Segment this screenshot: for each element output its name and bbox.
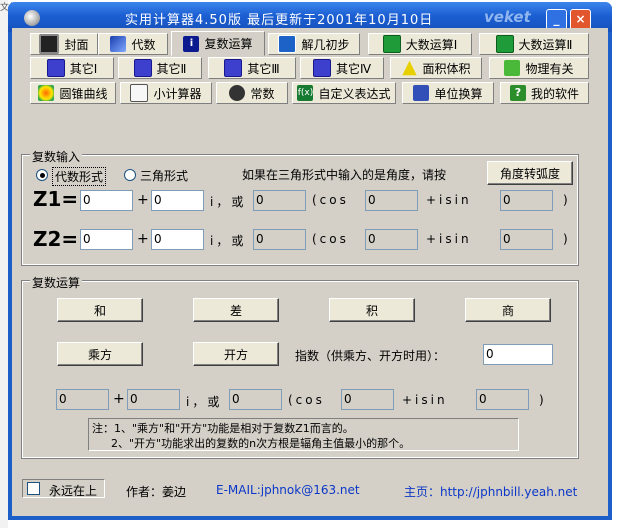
tab-analytic-geometry[interactable]: 解几初步 bbox=[268, 33, 360, 55]
complex-input-legend: 复数输入 bbox=[30, 148, 83, 165]
exponent-input[interactable]: 0 bbox=[483, 344, 553, 365]
brand-watermark: veket bbox=[484, 8, 531, 26]
result-imag-field[interactable]: 0 bbox=[127, 389, 180, 410]
other-icon bbox=[312, 59, 331, 77]
desktop-edge bbox=[0, 0, 8, 528]
my-software-icon: ? bbox=[509, 85, 526, 101]
tab-mini-calculator[interactable]: 小计算器 bbox=[120, 82, 212, 104]
algebra-icon bbox=[110, 36, 127, 52]
note-line-2: 2、"开方"功能求出的复数的n次方根是辐角主值最小的那个。 bbox=[111, 437, 411, 450]
tab-my-software[interactable]: ? 我的软件 bbox=[500, 82, 589, 104]
other-icon bbox=[224, 59, 243, 77]
complex-icon: i bbox=[183, 35, 200, 52]
cos-text: (cos bbox=[288, 393, 325, 407]
i-or-text: i，或 bbox=[210, 195, 247, 209]
big-number-icon bbox=[382, 35, 401, 53]
close-button[interactable]: × bbox=[570, 9, 591, 30]
big-number-icon bbox=[495, 35, 514, 53]
tab-algebra[interactable]: 代数 bbox=[98, 33, 168, 55]
unit-convert-icon bbox=[413, 85, 430, 101]
radio-algebraic-label[interactable]: 代数形式 bbox=[52, 167, 107, 186]
tab-unit-conversion[interactable]: 单位换算 bbox=[402, 82, 494, 104]
z1-modulus-field[interactable]: 0 bbox=[253, 190, 306, 211]
close-paren: ) bbox=[563, 232, 568, 246]
tab-constants[interactable]: 常数 bbox=[216, 82, 288, 104]
triangle-icon bbox=[402, 60, 417, 76]
author-text: 作者：姜边 bbox=[126, 485, 187, 499]
power-button[interactable]: 乘方 bbox=[57, 342, 143, 366]
other-icon bbox=[133, 59, 152, 77]
hint-text: 如果在三角形式中输入的是角度，请按 bbox=[242, 168, 447, 182]
z1-cos-angle-field[interactable]: 0 bbox=[365, 190, 418, 211]
close-paren: ) bbox=[563, 193, 568, 207]
exponent-label: 指数（供乘方、开方时用）： bbox=[295, 349, 446, 363]
conic-icon bbox=[38, 85, 55, 101]
isin-text: +isin bbox=[426, 232, 472, 246]
i-or-text: i，或 bbox=[210, 234, 247, 248]
cos-text: (cos bbox=[312, 232, 349, 246]
plus-sign: + bbox=[113, 391, 125, 407]
always-on-top-checkbox[interactable] bbox=[27, 482, 40, 495]
complex-ops-legend: 复数运算 bbox=[30, 274, 83, 291]
z2-imag-input[interactable]: 0 bbox=[151, 229, 204, 250]
deg-to-rad-button[interactable]: 角度转弧度 bbox=[487, 161, 573, 185]
physics-icon bbox=[504, 60, 521, 76]
z2-cos-angle-field[interactable]: 0 bbox=[365, 229, 418, 250]
homepage-link[interactable]: 主页：http://jphnbill.yeah.net bbox=[404, 483, 577, 500]
isin-text: +isin bbox=[402, 393, 448, 407]
app-icon bbox=[24, 10, 40, 26]
tab-big-number-2[interactable]: 大数运算Ⅱ bbox=[479, 33, 589, 55]
quotient-button[interactable]: 商 bbox=[465, 298, 551, 322]
result-modulus-field[interactable]: 0 bbox=[229, 389, 282, 410]
z1-sin-angle-field[interactable]: 0 bbox=[500, 190, 553, 211]
note-line-1: 注：1、"乘方"和"开方"功能是相对于复数Z1而言的。 bbox=[92, 422, 354, 435]
result-cos-angle-field[interactable]: 0 bbox=[341, 389, 394, 410]
hat-icon bbox=[39, 34, 60, 54]
tab-physics[interactable]: 物理有关 bbox=[489, 57, 589, 79]
z2-sin-angle-field[interactable]: 0 bbox=[500, 229, 553, 250]
result-real-field[interactable]: 0 bbox=[56, 389, 109, 410]
tab-area-volume[interactable]: 面积体积 bbox=[390, 57, 482, 79]
radio-algebraic[interactable] bbox=[36, 169, 48, 181]
constant-icon bbox=[229, 85, 246, 101]
i-or-text: i，或 bbox=[186, 395, 223, 409]
calculator-icon bbox=[130, 84, 149, 102]
email-link[interactable]: E-MAIL:jphnok@163.net bbox=[216, 483, 360, 497]
sum-button[interactable]: 和 bbox=[57, 298, 143, 322]
plus-sign: + bbox=[137, 231, 149, 247]
z1-real-input[interactable]: 0 bbox=[80, 190, 133, 211]
z1-imag-input[interactable]: 0 bbox=[151, 190, 204, 211]
tab-cover[interactable]: 封面 bbox=[30, 33, 98, 55]
plus-sign: + bbox=[137, 192, 149, 208]
fx-icon: f(x) bbox=[297, 85, 314, 101]
minimize-button[interactable]: _ bbox=[546, 9, 567, 30]
always-on-top-label[interactable]: 永远在上 bbox=[49, 482, 97, 499]
other-icon bbox=[46, 59, 65, 77]
result-sin-angle-field[interactable]: 0 bbox=[476, 389, 529, 410]
product-button[interactable]: 积 bbox=[329, 298, 415, 322]
root-button[interactable]: 开方 bbox=[193, 342, 279, 366]
analytic-geometry-icon bbox=[278, 35, 297, 53]
z2-label: Z2= bbox=[33, 227, 79, 251]
z2-modulus-field[interactable]: 0 bbox=[253, 229, 306, 250]
radio-trig[interactable] bbox=[124, 169, 136, 181]
tab-complex[interactable]: i 复数运算 bbox=[171, 31, 265, 56]
tab-big-number-1[interactable]: 大数运算Ⅰ bbox=[368, 33, 472, 55]
tab-conic[interactable]: 圆锥曲线 bbox=[30, 82, 116, 104]
radio-trig-label[interactable]: 三角形式 bbox=[140, 167, 188, 184]
isin-text: +isin bbox=[426, 193, 472, 207]
z1-label: Z1= bbox=[33, 187, 79, 211]
cos-text: (cos bbox=[312, 193, 349, 207]
tab-other-1[interactable]: 其它Ⅰ bbox=[30, 57, 114, 79]
tab-custom-expression[interactable]: f(x) 自定义表达式 bbox=[292, 82, 396, 104]
tab-other-4[interactable]: 其它Ⅳ bbox=[300, 57, 384, 79]
tab-other-3[interactable]: 其它Ⅲ bbox=[208, 57, 296, 79]
tab-other-2[interactable]: 其它Ⅱ bbox=[118, 57, 202, 79]
close-paren: ) bbox=[539, 393, 544, 407]
difference-button[interactable]: 差 bbox=[193, 298, 279, 322]
z2-real-input[interactable]: 0 bbox=[80, 229, 133, 250]
window-title: 实用计算器4.50版 最后更新于2001年10月10日 bbox=[125, 13, 434, 28]
